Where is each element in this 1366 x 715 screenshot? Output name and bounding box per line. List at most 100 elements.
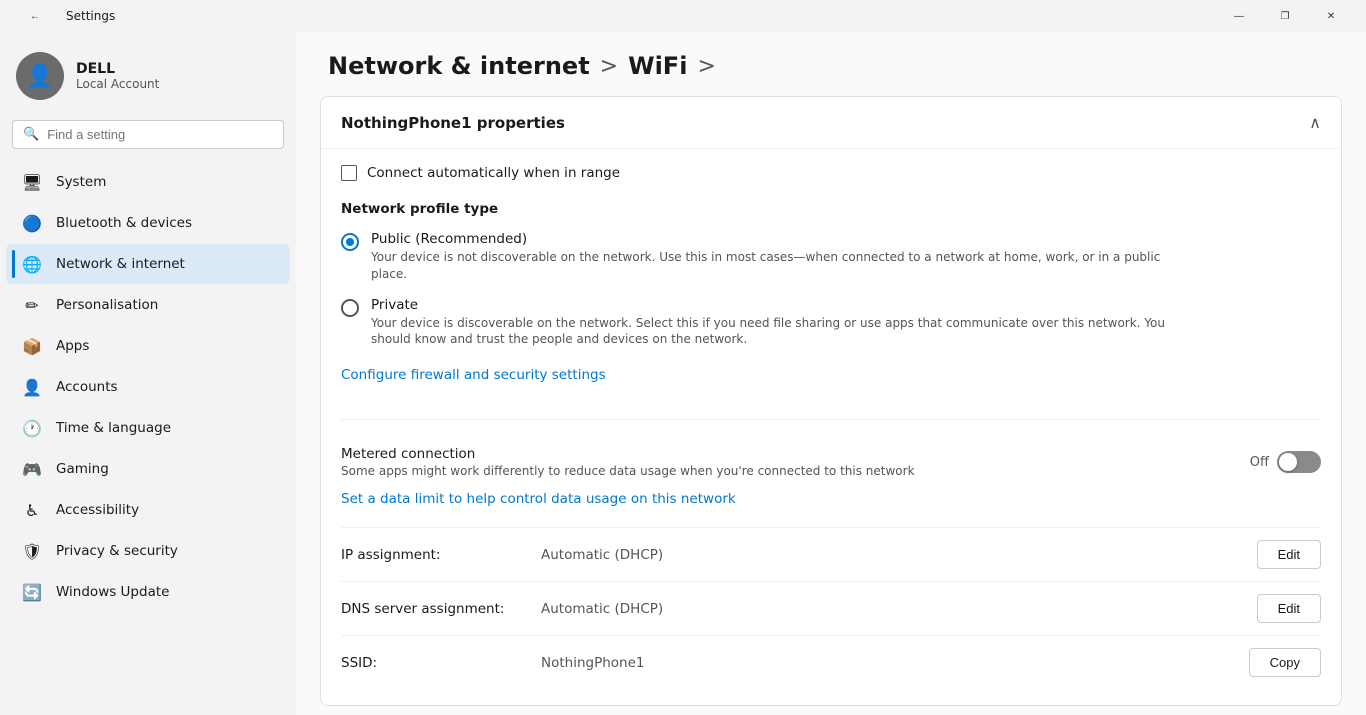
user-info: DELL Local Account	[76, 61, 159, 91]
nav-label-network: Network & internet	[56, 256, 185, 272]
info-label: IP assignment:	[341, 547, 541, 563]
metered-right: Off	[1250, 451, 1321, 473]
avatar-icon: 👤	[26, 64, 53, 89]
nav-label-bluetooth: Bluetooth & devices	[56, 215, 192, 231]
breadcrumb-sep1: >	[600, 54, 618, 79]
app-container: 👤 DELL Local Account 🔍 🖥 System 🔵 Blueto…	[0, 32, 1366, 715]
sidebar: 👤 DELL Local Account 🔍 🖥 System 🔵 Blueto…	[0, 32, 296, 715]
info-value: NothingPhone1	[541, 655, 1249, 671]
sidebar-item-apps[interactable]: 📦 Apps	[6, 326, 290, 366]
search-box: 🔍	[12, 120, 284, 149]
auto-connect-label: Connect automatically when in range	[367, 165, 620, 181]
auto-connect-row: Connect automatically when in range	[341, 165, 1321, 181]
breadcrumb-sep2: >	[697, 54, 715, 79]
nav-label-privacy: Privacy & security	[56, 543, 178, 559]
nav-icon-update: 🔄	[22, 582, 42, 602]
firewall-link[interactable]: Configure firewall and security settings	[341, 367, 606, 383]
info-row-ipassignment: IP assignment: Automatic (DHCP) Edit	[341, 527, 1321, 581]
radio-circle-private	[341, 299, 359, 317]
radio-option-private[interactable]: Private Your device is discoverable on t…	[341, 297, 1321, 349]
auto-connect-checkbox[interactable]	[341, 165, 357, 181]
data-limit-link[interactable]: Set a data limit to help control data us…	[341, 491, 736, 507]
nav-icon-apps: 📦	[22, 336, 42, 356]
user-type: Local Account	[76, 77, 159, 91]
nav-label-time: Time & language	[56, 420, 171, 436]
avatar: 👤	[16, 52, 64, 100]
nav-label-update: Windows Update	[56, 584, 169, 600]
copy-button[interactable]: Copy	[1249, 648, 1321, 677]
info-action: Edit	[1257, 540, 1321, 569]
sidebar-item-gaming[interactable]: 🎮 Gaming	[6, 449, 290, 489]
edit-button[interactable]: Edit	[1257, 594, 1321, 623]
nav-label-personalisation: Personalisation	[56, 297, 158, 313]
info-row-ssid: SSID: NothingPhone1 Copy	[341, 635, 1321, 689]
close-button[interactable]: ✕	[1308, 0, 1354, 32]
sidebar-item-personalisation[interactable]: ✏ Personalisation	[6, 285, 290, 325]
properties-title: NothingPhone1 properties	[341, 114, 565, 132]
nav-label-accessibility: Accessibility	[56, 502, 139, 518]
network-profile-label: Network profile type	[341, 201, 1321, 217]
radio-group: Public (Recommended) Your device is not …	[341, 231, 1321, 348]
info-value: Automatic (DHCP)	[541, 601, 1257, 617]
sidebar-item-update[interactable]: 🔄 Windows Update	[6, 572, 290, 612]
nav-icon-personalisation: ✏	[22, 295, 42, 315]
nav-icon-system: 🖥	[22, 172, 42, 192]
sidebar-item-privacy[interactable]: 🛡 Privacy & security	[6, 531, 290, 571]
radio-circle-public	[341, 233, 359, 251]
sidebar-item-accessibility[interactable]: ♿ Accessibility	[6, 490, 290, 530]
sidebar-item-bluetooth[interactable]: 🔵 Bluetooth & devices	[6, 203, 290, 243]
nav-label-accounts: Accounts	[56, 379, 118, 395]
metered-left: Metered connection Some apps might work …	[341, 446, 915, 478]
nav-icon-accounts: 👤	[22, 377, 42, 397]
info-label: SSID:	[341, 655, 541, 671]
back-icon: ←	[30, 11, 40, 22]
sidebar-item-network[interactable]: 🌐 Network & internet	[6, 244, 290, 284]
sidebar-item-time[interactable]: 🕐 Time & language	[6, 408, 290, 448]
minimize-button[interactable]: —	[1216, 0, 1262, 32]
titlebar-controls: — ❐ ✕	[1216, 0, 1354, 32]
radio-option-public[interactable]: Public (Recommended) Your device is not …	[341, 231, 1321, 283]
sidebar-item-accounts[interactable]: 👤 Accounts	[6, 367, 290, 407]
metered-toggle[interactable]	[1277, 451, 1321, 473]
nav-icon-privacy: 🛡	[22, 541, 42, 561]
properties-body: Connect automatically when in range Netw…	[321, 149, 1341, 705]
user-name: DELL	[76, 61, 159, 77]
toggle-label: Off	[1250, 455, 1269, 470]
breadcrumb-child: WiFi	[628, 52, 687, 80]
nav-icon-time: 🕐	[22, 418, 42, 438]
search-icon: 🔍	[23, 127, 39, 142]
info-label: DNS server assignment:	[341, 601, 541, 617]
properties-header[interactable]: NothingPhone1 properties ∧	[321, 97, 1341, 149]
page-header: Network & internet > WiFi >	[296, 32, 1366, 96]
chevron-up-icon: ∧	[1309, 113, 1321, 132]
titlebar-title: Settings	[66, 9, 115, 23]
breadcrumb-parent: Network & internet	[328, 52, 590, 80]
sidebar-item-system[interactable]: 🖥 System	[6, 162, 290, 202]
nav-label-system: System	[56, 174, 106, 190]
search-container: 🔍	[0, 116, 296, 161]
radio-title-public: Public (Recommended)	[371, 231, 1191, 247]
search-input[interactable]	[47, 127, 273, 142]
edit-button[interactable]: Edit	[1257, 540, 1321, 569]
info-rows: IP assignment: Automatic (DHCP) Edit DNS…	[341, 527, 1321, 689]
nav-label-apps: Apps	[56, 338, 89, 354]
titlebar-left: ← Settings	[12, 0, 115, 32]
sidebar-nav: 🖥 System 🔵 Bluetooth & devices 🌐 Network…	[0, 161, 296, 613]
user-profile[interactable]: 👤 DELL Local Account	[0, 40, 296, 116]
nav-icon-gaming: 🎮	[22, 459, 42, 479]
metered-title: Metered connection	[341, 446, 915, 462]
content-area: NothingPhone1 properties ∧ Connect autom…	[296, 96, 1366, 715]
radio-content-public: Public (Recommended) Your device is not …	[371, 231, 1191, 283]
nav-label-gaming: Gaming	[56, 461, 109, 477]
back-button[interactable]: ←	[12, 0, 58, 32]
info-action: Edit	[1257, 594, 1321, 623]
properties-card: NothingPhone1 properties ∧ Connect autom…	[320, 96, 1342, 706]
metered-desc: Some apps might work differently to redu…	[341, 464, 915, 478]
radio-desc-public: Your device is not discoverable on the n…	[371, 249, 1191, 283]
radio-content-private: Private Your device is discoverable on t…	[371, 297, 1191, 349]
toggle-thumb	[1279, 453, 1297, 471]
metered-connection-row: Metered connection Some apps might work …	[341, 436, 1321, 488]
nav-icon-accessibility: ♿	[22, 500, 42, 520]
maximize-button[interactable]: ❐	[1262, 0, 1308, 32]
main-content: Network & internet > WiFi > NothingPhone…	[296, 32, 1366, 715]
